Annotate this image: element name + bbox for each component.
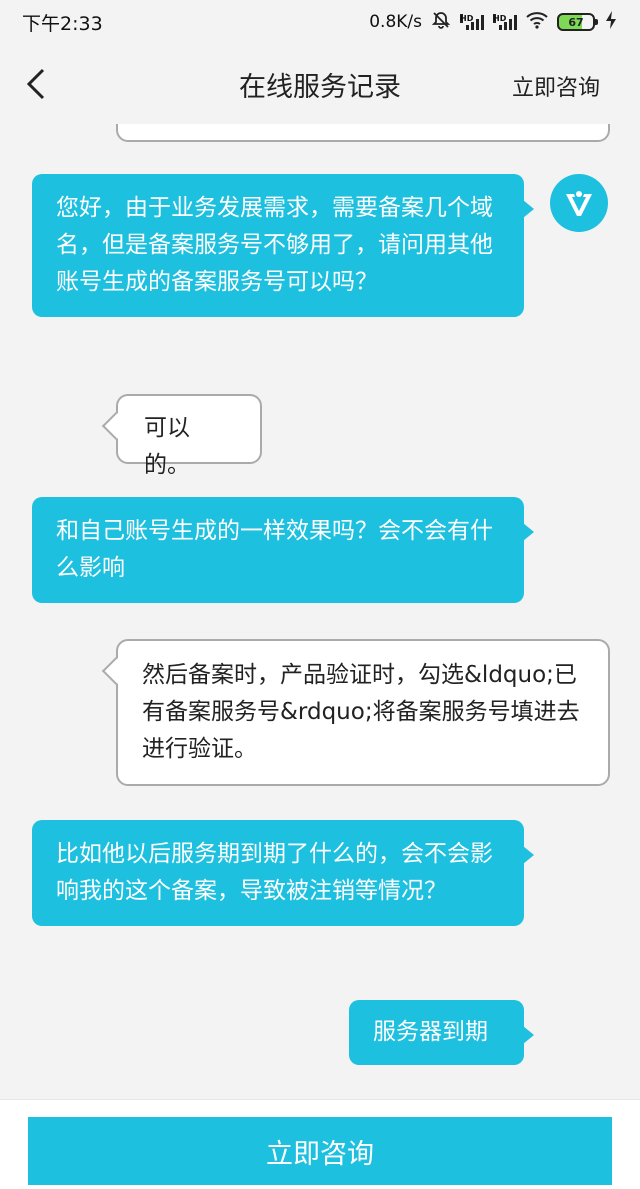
consult-now-button[interactable]: 立即咨询 bbox=[28, 1117, 612, 1185]
battery-indicator: 67 bbox=[557, 13, 598, 31]
message-text: 服务器到期 bbox=[373, 1019, 488, 1045]
chevron-left-icon bbox=[26, 68, 45, 100]
message-text: 和自己账号生成的一样效果吗？会不会有什么影响 bbox=[56, 518, 493, 581]
avatar bbox=[550, 174, 608, 232]
bell-off-icon bbox=[431, 10, 451, 35]
message-bubble-user: 和自己账号生成的一样效果吗？会不会有什么影响 bbox=[32, 497, 534, 603]
brand-logo-icon bbox=[566, 191, 592, 216]
page-title: 在线服务记录 bbox=[239, 71, 401, 103]
message-bubble-agent: 然后备案时，产品验证时，勾选&ldquo;已有备案服务号&rdquo;将备案服务… bbox=[116, 639, 610, 786]
message-bubble-user: 比如他以后服务期到期了什么的，会不会影响我的这个备案，导致被注销等情况？ bbox=[32, 820, 534, 926]
net-speed: 0.8K/s bbox=[369, 12, 422, 32]
chat-log[interactable]: 您好，由于业务发展需求，需要备案几个域名，但是备案服务号不够用了，请问用其他账号… bbox=[0, 124, 640, 1099]
message-text: 可以的。 bbox=[144, 415, 190, 478]
consult-now-link[interactable]: 立即咨询 bbox=[512, 70, 600, 102]
lightning-icon bbox=[604, 10, 618, 35]
signal-icon-2: HD bbox=[493, 14, 517, 30]
message-bubble-agent: 可以的。 bbox=[116, 394, 262, 478]
signal-icon: HD bbox=[460, 14, 484, 30]
nav-bar: 在线服务记录 立即咨询 bbox=[0, 44, 640, 124]
message-bubble-user: 您好，由于业务发展需求，需要备案几个域名，但是备案服务号不够用了，请问用其他账号… bbox=[32, 174, 534, 317]
previous-message-bubble bbox=[116, 124, 610, 142]
bottom-bar: 立即咨询 bbox=[0, 1099, 640, 1189]
status-time: 下午2:33 bbox=[22, 12, 103, 35]
status-icons: 0.8K/s HD HD 67 bbox=[369, 10, 618, 35]
message-text: 您好，由于业务发展需求，需要备案几个域名，但是备案服务号不够用了，请问用其他账号… bbox=[56, 195, 493, 295]
message-text: 比如他以后服务期到期了什么的，会不会影响我的这个备案，导致被注销等情况？ bbox=[56, 841, 493, 904]
message-text: 然后备案时，产品验证时，勾选&ldquo;已有备案服务号&rdquo;将备案服务… bbox=[142, 662, 580, 762]
back-button[interactable] bbox=[16, 64, 56, 104]
wifi-icon bbox=[526, 11, 548, 34]
status-bar: 下午2:33 0.8K/s HD HD 67 bbox=[0, 0, 640, 44]
message-bubble-user: 服务器到期 bbox=[349, 1000, 534, 1065]
